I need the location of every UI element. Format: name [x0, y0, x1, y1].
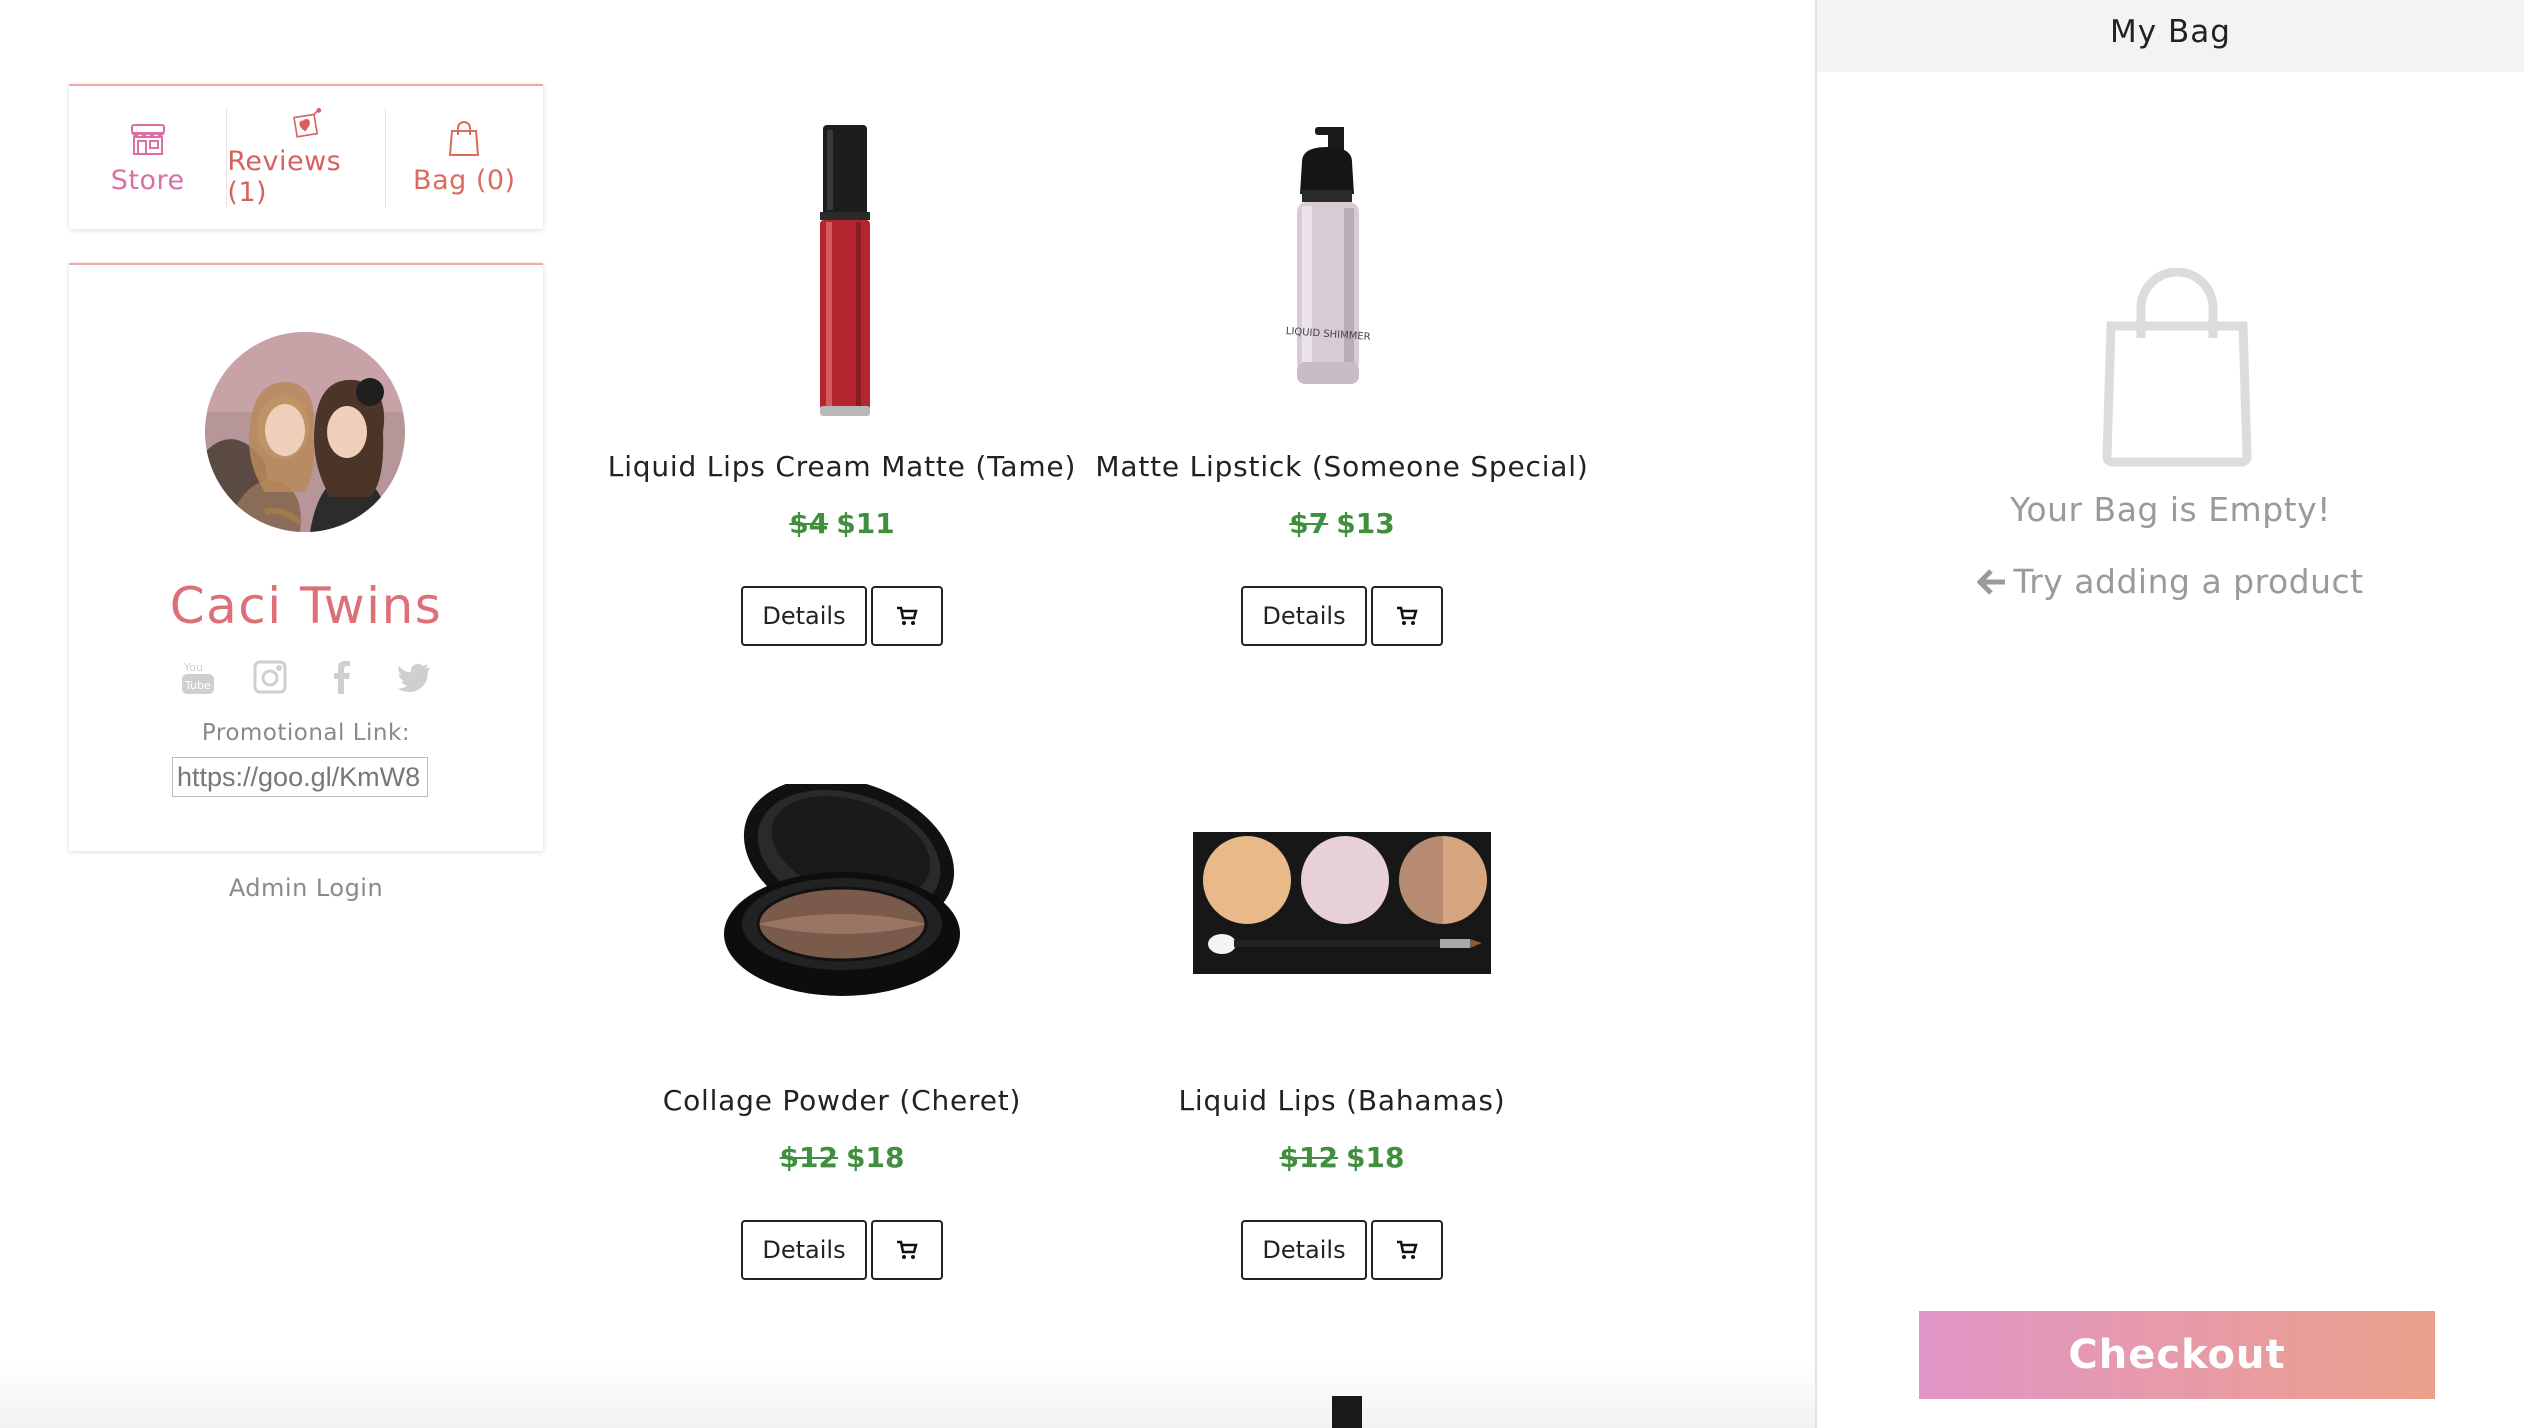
scroll-shade: [0, 1360, 1815, 1428]
nav-reviews[interactable]: Reviews (1): [226, 107, 384, 208]
store-nav-card: Store Reviews (1) Bag (0): [69, 84, 543, 229]
product-old-price: $4: [789, 507, 829, 540]
product-actions: Details: [1062, 586, 1622, 646]
youtube-icon[interactable]: You Tube: [179, 658, 217, 696]
add-to-cart-button[interactable]: [871, 586, 943, 646]
add-to-cart-button[interactable]: [1371, 1220, 1443, 1280]
empty-bag-icon: [2102, 268, 2252, 467]
svg-text:You: You: [183, 661, 203, 674]
product-old-price: $7: [1289, 507, 1329, 540]
product-sale-price: $18: [1346, 1141, 1405, 1174]
nav-bag-label: Bag (0): [413, 165, 516, 196]
admin-login-link[interactable]: Admin Login: [69, 874, 543, 902]
details-button[interactable]: Details: [1241, 586, 1367, 646]
product-old-price: $12: [779, 1141, 838, 1174]
social-links: You Tube: [69, 658, 543, 696]
product-name: Collage Powder (Cheret): [662, 1084, 1022, 1117]
cart-icon: [1397, 606, 1418, 625]
svg-text:Tube: Tube: [184, 679, 211, 692]
add-to-cart-button[interactable]: [871, 1220, 943, 1280]
product-price: $12 $18: [1062, 1141, 1622, 1174]
checkout-button[interactable]: Checkout: [1919, 1311, 2435, 1399]
nav-store-label: Store: [110, 165, 185, 196]
details-button[interactable]: Details: [741, 1220, 867, 1280]
product-image[interactable]: LIQUID SHIMMER: [1062, 122, 1622, 422]
bag-title: My Bag: [1817, 0, 2524, 72]
product-actions: Details: [562, 586, 1122, 646]
product-image[interactable]: [562, 784, 1122, 1024]
product-name: Liquid Lips (Bahamas): [1178, 1084, 1506, 1117]
bag-panel: My Bag Your Bag is Empty! Try adding a p…: [1815, 0, 2524, 1428]
heart-gift-icon: [293, 107, 322, 138]
product-name: Matte Lipstick (Someone Special): [1095, 450, 1589, 483]
product-price: $4 $11: [562, 507, 1122, 540]
details-button[interactable]: Details: [1241, 1220, 1367, 1280]
nav-store[interactable]: Store: [69, 108, 226, 208]
store-icon: [130, 124, 165, 155]
promo-link-label: Promotional Link:: [201, 720, 411, 746]
product-image[interactable]: [1062, 824, 1622, 974]
nav-bag[interactable]: Bag (0): [384, 107, 543, 208]
shopping-bag-icon: [449, 121, 480, 156]
avatar: [205, 332, 405, 532]
promo-link-field[interactable]: [172, 757, 428, 797]
details-button[interactable]: Details: [741, 586, 867, 646]
product-sale-price: $11: [836, 507, 895, 540]
bag-empty-message: Your Bag is Empty!: [2010, 490, 2331, 529]
profile-name: Caci Twins: [169, 577, 443, 635]
twitter-icon[interactable]: [395, 658, 433, 696]
product-actions: Details: [562, 1220, 1122, 1280]
bag-hint-text: Try adding a product: [2013, 562, 2364, 601]
product-price: $7 $13: [1062, 507, 1622, 540]
product-sale-price: $13: [1336, 507, 1395, 540]
product-actions: Details: [1062, 1220, 1622, 1280]
bag-hint: Try adding a product: [1817, 562, 2524, 601]
facebook-icon[interactable]: [323, 658, 361, 696]
product-price: $12 $18: [562, 1141, 1122, 1174]
cart-icon: [897, 606, 918, 625]
cart-icon: [1397, 1240, 1418, 1259]
product-image[interactable]: [562, 122, 1122, 422]
product-sale-price: $18: [846, 1141, 905, 1174]
profile-card: Caci Twins You Tube Promotional Link:: [69, 263, 543, 851]
arrow-left-icon: [1976, 569, 2006, 595]
add-to-cart-button[interactable]: [1371, 586, 1443, 646]
product-old-price: $12: [1279, 1141, 1338, 1174]
nav-reviews-label: Reviews (1): [227, 145, 342, 208]
instagram-icon[interactable]: [251, 658, 289, 696]
product-name: Liquid Lips Cream Matte (Tame): [607, 450, 1077, 483]
cart-icon: [897, 1240, 918, 1259]
